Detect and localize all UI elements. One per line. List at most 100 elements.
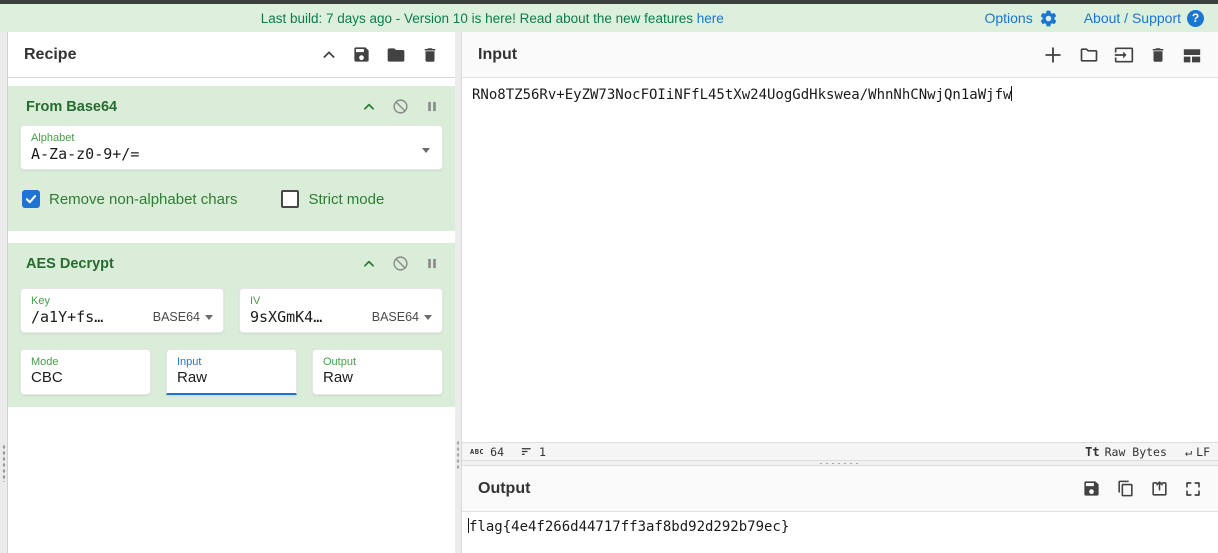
gear-icon	[1039, 9, 1058, 28]
mode-value: CBC	[31, 368, 140, 388]
operations-panel-edge[interactable]	[0, 32, 8, 553]
chevron-up-icon	[321, 47, 337, 63]
alphabet-label: Alphabet	[31, 132, 432, 144]
output-type-label: Output	[323, 356, 432, 368]
trash-icon	[421, 46, 439, 64]
add-input-tab-button[interactable]	[1042, 44, 1064, 66]
operation-aes-decrypt[interactable]: AES Decrypt Key /a1Y+fs…	[8, 243, 455, 407]
alphabet-value: A-Za-z0-9+/=	[31, 144, 432, 164]
io-splitter-grip[interactable]	[818, 462, 862, 465]
plus-icon	[1042, 44, 1064, 66]
breakpoint-op-button[interactable]	[425, 256, 439, 271]
key-type-value: BASE64	[153, 310, 200, 324]
input-tabs-layout-button[interactable]	[1182, 46, 1202, 64]
layout-grid-icon	[1182, 46, 1202, 64]
remove-nonalpha-checkbox[interactable]	[22, 190, 40, 208]
save-icon	[352, 45, 371, 64]
iv-field[interactable]: IV 9sXGmK4… BASE64	[239, 288, 443, 333]
fullscreen-icon	[1184, 480, 1202, 498]
iv-label: IV	[250, 295, 432, 307]
iv-value[interactable]: 9sXGmK4…	[250, 307, 322, 327]
clear-input-button[interactable]	[1149, 46, 1167, 64]
operation-title: AES Decrypt	[26, 256, 114, 272]
disable-op-button[interactable]	[392, 98, 409, 115]
input-title: Input	[478, 46, 517, 64]
panel-splitter[interactable]	[455, 32, 462, 553]
breakpoint-op-button[interactable]	[425, 99, 439, 114]
input-eol-selector[interactable]: ↵ LF	[1185, 445, 1210, 459]
iv-type-value: BASE64	[372, 310, 419, 324]
clear-recipe-button[interactable]	[421, 46, 439, 64]
input-header: Input	[462, 32, 1218, 78]
input-arrow-icon	[1114, 45, 1134, 65]
text-format-icon: Tt	[1085, 445, 1099, 459]
mode-label: Mode	[31, 356, 140, 368]
input-type-select[interactable]: Input Raw	[166, 349, 297, 395]
replace-input-button[interactable]	[1150, 479, 1169, 498]
line-count-value: 1	[539, 445, 546, 459]
key-field[interactable]: Key /a1Y+fs… BASE64	[20, 288, 224, 333]
options-label: Options	[984, 10, 1032, 26]
recipe-title: Recipe	[24, 46, 76, 64]
output-type-value: Raw	[323, 368, 432, 388]
operation-from-base64[interactable]: From Base64 Alphabet A-Za-z0-9+/=	[8, 86, 455, 231]
output-textarea[interactable]: flag{4e4f266d44717ff3af8bd92d292b79ec}	[462, 512, 1218, 553]
chevron-up-icon	[362, 257, 376, 271]
copy-icon	[1116, 479, 1135, 498]
open-file-button[interactable]	[1079, 45, 1099, 65]
load-recipe-button[interactable]	[386, 45, 406, 65]
line-count: 1	[520, 445, 546, 459]
char-count-value: 64	[490, 445, 504, 459]
collapse-op-button[interactable]	[362, 257, 376, 271]
open-input-button[interactable]	[1114, 45, 1134, 65]
save-output-button[interactable]	[1082, 479, 1101, 498]
chevron-down-icon	[205, 315, 213, 320]
copy-output-button[interactable]	[1116, 479, 1135, 498]
eol-arrow-icon: ↵	[1185, 445, 1192, 459]
disable-icon	[392, 255, 409, 272]
key-value[interactable]: /a1Y+fs…	[31, 307, 103, 327]
collapse-recipe-button[interactable]	[321, 47, 337, 63]
recipe-list: From Base64 Alphabet A-Za-z0-9+/=	[8, 78, 455, 553]
input-encoding-selector[interactable]: Tt Raw Bytes	[1085, 445, 1167, 459]
options-button[interactable]: Options	[984, 9, 1057, 28]
strict-mode-label: Strict mode	[308, 191, 384, 208]
save-icon	[1082, 479, 1101, 498]
about-support-button[interactable]: About / Support ?	[1084, 10, 1204, 27]
pause-icon	[425, 256, 439, 271]
panel-drag-grip[interactable]	[2, 444, 6, 482]
pop-out-icon	[1150, 479, 1169, 498]
output-header: Output	[462, 466, 1218, 512]
input-eol-value: LF	[1196, 445, 1210, 459]
io-splitter[interactable]	[462, 460, 1218, 466]
input-textarea[interactable]: RNo8TZ56Rv+EyZW73NocFOIiNFfL45tXw24UogGd…	[462, 78, 1218, 442]
alphabet-select[interactable]: Alphabet A-Za-z0-9+/=	[20, 125, 443, 170]
remove-nonalpha-label: Remove non-alphabet chars	[49, 191, 237, 208]
input-text: RNo8TZ56Rv+EyZW73NocFOIiNFfL45tXw24UogGd…	[472, 87, 1011, 103]
about-support-label: About / Support	[1084, 10, 1181, 26]
banner-message-text: Last build: 7 days ago - Version 10 is h…	[261, 11, 693, 26]
splitter-grip[interactable]	[456, 440, 460, 470]
key-type-select[interactable]: BASE64	[147, 310, 213, 324]
trash-icon	[1149, 46, 1167, 64]
save-recipe-button[interactable]	[352, 45, 371, 64]
iv-type-select[interactable]: BASE64	[366, 310, 432, 324]
output-pane: Output flag{4e4f266d44717ff3af8bd92d292b…	[462, 466, 1218, 553]
input-type-label: Input	[177, 356, 286, 368]
strict-mode-checkbox[interactable]	[281, 190, 299, 208]
strict-mode-option: Strict mode	[281, 190, 384, 208]
disable-op-button[interactable]	[392, 255, 409, 272]
banner-here-link[interactable]: here	[697, 11, 724, 26]
input-type-value: Raw	[177, 368, 286, 388]
recipe-header: Recipe	[8, 32, 455, 78]
collapse-op-button[interactable]	[362, 100, 376, 114]
maximise-output-button[interactable]	[1184, 480, 1202, 498]
pause-icon	[425, 99, 439, 114]
mode-select[interactable]: Mode CBC	[20, 349, 151, 395]
output-type-select[interactable]: Output Raw	[312, 349, 443, 395]
output-title: Output	[478, 480, 530, 498]
folder-open-icon	[1079, 45, 1099, 65]
chevron-down-icon	[422, 148, 430, 153]
folder-icon	[386, 45, 406, 65]
cyberchef-app: Last build: 7 days ago - Version 10 is h…	[0, 0, 1218, 553]
